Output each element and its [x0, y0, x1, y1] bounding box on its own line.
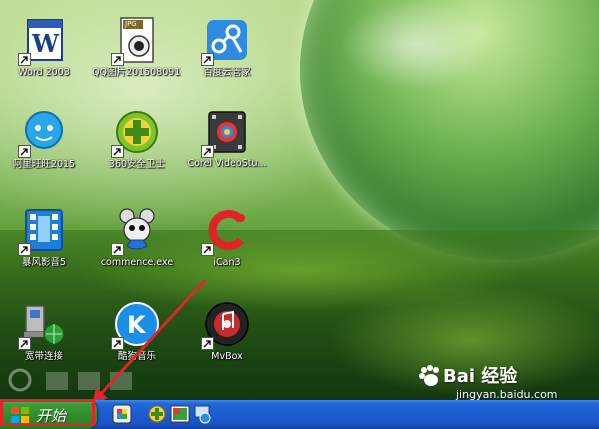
quicklaunch-colorful-icon[interactable]	[112, 404, 132, 424]
red-annotation-arrow	[92, 278, 207, 405]
quicklaunch-image-icon[interactable]	[170, 404, 190, 424]
quicklaunch-360-icon[interactable]	[147, 404, 167, 424]
start-button-highlight	[0, 399, 95, 426]
quicklaunch-network-icon[interactable]	[193, 404, 213, 424]
